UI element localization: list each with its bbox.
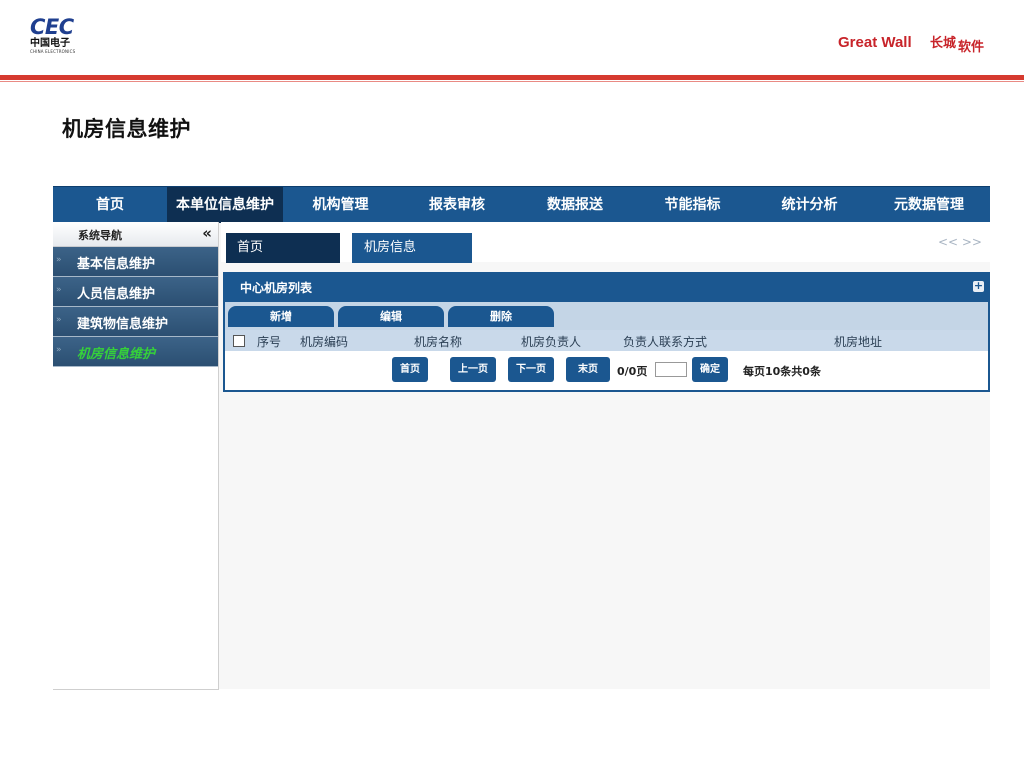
header-divider bbox=[0, 75, 1024, 80]
nav-item-unit-info[interactable]: 本单位信息维护 bbox=[167, 187, 283, 223]
prev-page-button[interactable]: 上一页 bbox=[450, 357, 496, 382]
delete-button[interactable]: 删除 bbox=[448, 306, 554, 327]
cec-logo: CEC 中国电子 CHINA ELECTRONICS bbox=[30, 16, 100, 64]
panel-header: 中心机房列表 + bbox=[225, 274, 988, 302]
chevron-right-icon: » bbox=[56, 255, 62, 265]
sidebar-item-label: 建筑物信息维护 bbox=[77, 317, 169, 332]
sidebar-header: 系统导航 « bbox=[53, 222, 218, 247]
great-wall-logo-suffix: 软件 bbox=[958, 40, 985, 55]
top-nav: 首页 本单位信息维护 机构管理 报表审核 数据报送 节能指标 统计分析 元数据管… bbox=[53, 186, 990, 223]
machine-room-list-panel: 中心机房列表 + 新增 编辑 删除 序号 机房编码 机房名称 机房负责人 负责人… bbox=[223, 272, 990, 392]
chevron-right-icon: » bbox=[56, 345, 62, 355]
nav-item-report-review[interactable]: 报表审核 bbox=[398, 187, 516, 223]
page-number-input[interactable] bbox=[655, 362, 687, 377]
expand-plus-icon[interactable]: + bbox=[973, 280, 984, 292]
tab-home[interactable]: 首页 bbox=[226, 233, 340, 263]
chevron-right-icon: » bbox=[56, 285, 62, 295]
nav-item-home[interactable]: 首页 bbox=[53, 187, 167, 223]
pagination: 首页 上一页 下一页 末页 0/0页 确定 每页10条共0条 bbox=[225, 351, 988, 388]
column-header-room-manager: 机房负责人 bbox=[521, 335, 582, 349]
sidebar-item-basic-info[interactable]: » 基本信息维护 bbox=[53, 247, 218, 277]
page-info: 0/0页 bbox=[617, 365, 648, 378]
sidebar-item-building-info[interactable]: » 建筑物信息维护 bbox=[53, 307, 218, 337]
panel-title: 中心机房列表 bbox=[240, 281, 313, 295]
next-page-button[interactable]: 下一页 bbox=[508, 357, 554, 382]
pager-summary: 每页10条共0条 bbox=[743, 365, 821, 378]
nav-item-statistics[interactable]: 统计分析 bbox=[751, 187, 868, 223]
tab-machine-room-info[interactable]: 机房信息 bbox=[352, 233, 472, 263]
great-wall-logo-text: Great Wall bbox=[838, 34, 912, 51]
sidebar-item-personnel-info[interactable]: » 人员信息维护 bbox=[53, 277, 218, 307]
sidebar: 系统导航 « » 基本信息维护 » 人员信息维护 » 建筑物信息维护 » 机房信… bbox=[53, 222, 219, 690]
nav-item-energy-indicators[interactable]: 节能指标 bbox=[634, 187, 751, 223]
app-window: 首页 本单位信息维护 机构管理 报表审核 数据报送 节能指标 统计分析 元数据管… bbox=[53, 186, 990, 690]
collapse-icon[interactable]: « bbox=[202, 224, 212, 242]
sidebar-item-label: 人员信息维护 bbox=[77, 287, 156, 302]
great-wall-logo: Great Wall 长城 软件 bbox=[836, 18, 1006, 66]
column-header-room-name: 机房名称 bbox=[414, 335, 463, 349]
main-content: 首页 机房信息 << >> 中心机房列表 + 新增 编辑 删除 序号 机房编码 … bbox=[221, 222, 990, 689]
page-title: 机房信息维护 bbox=[62, 117, 191, 141]
nav-item-org-management[interactable]: 机构管理 bbox=[283, 187, 398, 223]
cec-logo-sub: 中国电子 bbox=[30, 38, 70, 49]
column-header-room-code: 机房编码 bbox=[300, 335, 349, 349]
last-page-button[interactable]: 末页 bbox=[566, 357, 610, 382]
header-divider-thin bbox=[0, 81, 1024, 82]
add-button[interactable]: 新增 bbox=[228, 306, 334, 327]
toolbar: 新增 编辑 删除 bbox=[225, 302, 988, 330]
edit-button[interactable]: 编辑 bbox=[338, 306, 444, 327]
sidebar-item-label: 基本信息维护 bbox=[77, 257, 156, 272]
sidebar-item-label: 机房信息维护 bbox=[77, 347, 156, 362]
select-all-checkbox[interactable] bbox=[233, 335, 245, 347]
column-header-index: 序号 bbox=[257, 335, 282, 349]
tab-scroll-icons[interactable]: << >> bbox=[938, 235, 982, 249]
cec-logo-main: CEC bbox=[30, 15, 74, 39]
nav-item-data-submission[interactable]: 数据报送 bbox=[516, 187, 634, 223]
confirm-button[interactable]: 确定 bbox=[692, 357, 728, 382]
sidebar-title: 系统导航 bbox=[78, 229, 122, 242]
column-header-room-address: 机房地址 bbox=[834, 335, 883, 349]
tab-bar: 首页 机房信息 << >> bbox=[221, 222, 990, 263]
cec-logo-en: CHINA ELECTRONICS bbox=[30, 49, 76, 54]
first-page-button[interactable]: 首页 bbox=[392, 357, 428, 382]
nav-item-metadata[interactable]: 元数据管理 bbox=[868, 187, 990, 223]
column-header-manager-contact: 负责人联系方式 bbox=[623, 335, 708, 349]
great-wall-logo-mark: 长城 bbox=[930, 36, 957, 51]
sidebar-item-machine-room-info[interactable]: » 机房信息维护 bbox=[53, 337, 218, 367]
chevron-right-icon: » bbox=[56, 315, 62, 325]
slide-header: CEC 中国电子 CHINA ELECTRONICS Great Wall 长城… bbox=[0, 0, 1024, 82]
table-header: 序号 机房编码 机房名称 机房负责人 负责人联系方式 机房地址 bbox=[225, 330, 988, 351]
